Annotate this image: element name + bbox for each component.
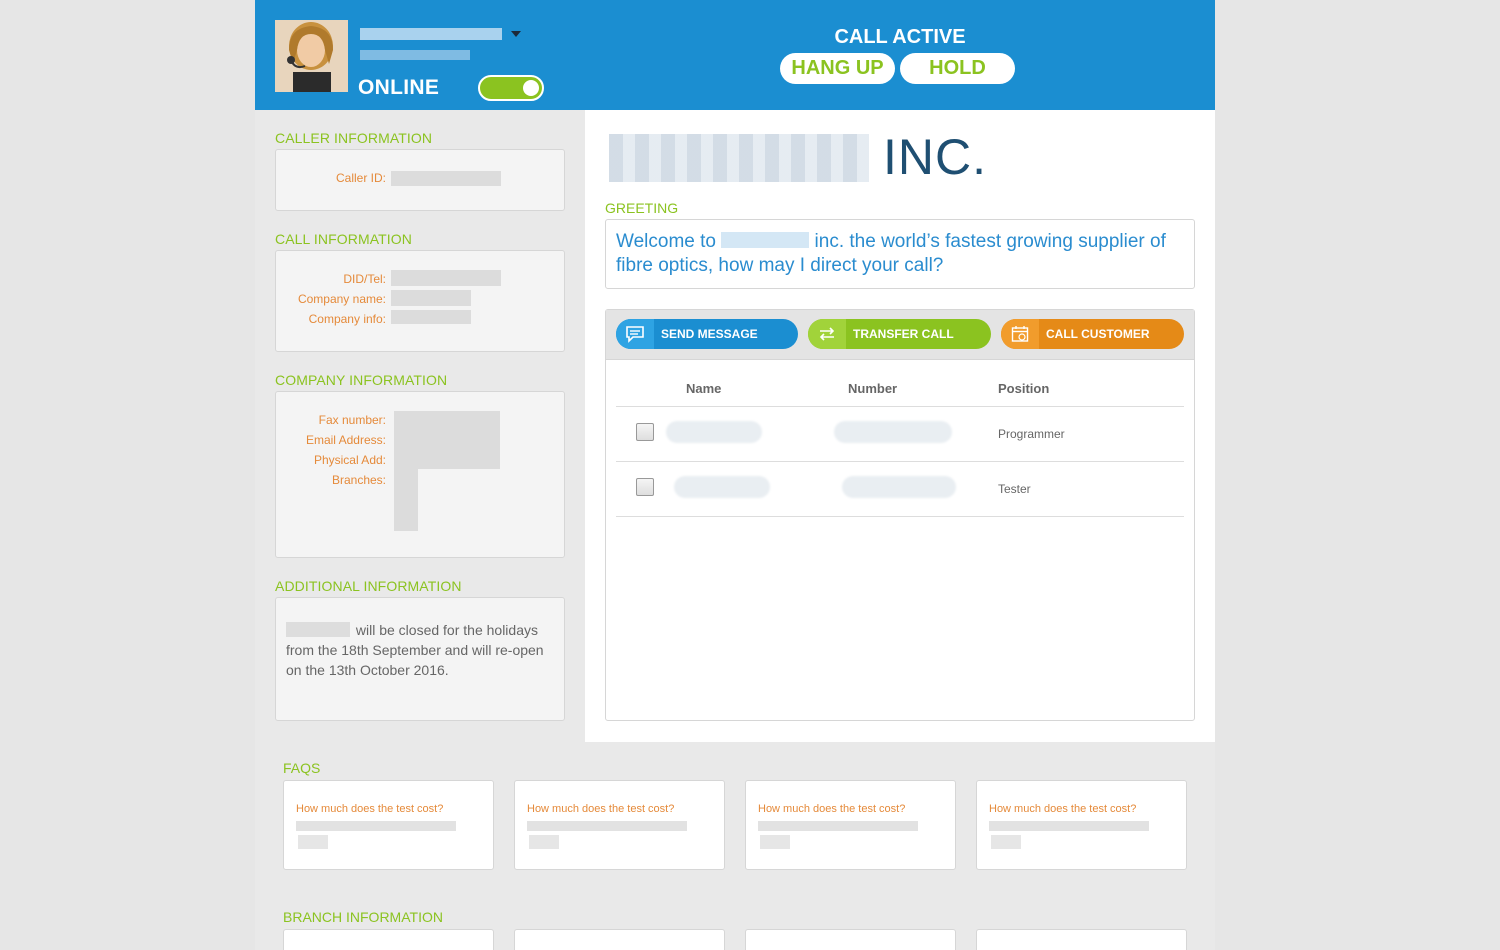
hang-up-button[interactable]: HANG UP bbox=[780, 53, 895, 84]
name-column-header: Name bbox=[686, 366, 848, 407]
company-info-title: COMPANY INFORMATION bbox=[275, 372, 448, 388]
faq-answer-redacted bbox=[760, 835, 790, 849]
caret-down-icon[interactable] bbox=[511, 31, 521, 37]
company-name-redacted bbox=[391, 290, 471, 306]
hold-button[interactable]: HOLD bbox=[900, 53, 1015, 84]
number-cell bbox=[834, 406, 998, 462]
agent-subtitle-redacted bbox=[360, 50, 470, 60]
branch-card[interactable] bbox=[976, 929, 1187, 950]
table-header-row: Name Number Position bbox=[616, 366, 1184, 407]
number-redacted bbox=[834, 421, 952, 443]
did-label: DID/Tel: bbox=[343, 272, 386, 286]
main-panel: INC. GREETING Welcome to inc. the world’… bbox=[585, 110, 1215, 742]
caller-id-value-redacted bbox=[391, 171, 501, 186]
position-cell: Programmer bbox=[998, 406, 1184, 462]
calendar-clock-icon bbox=[1001, 319, 1039, 349]
greeting-text: Welcome to inc. the world’s fastest grow… bbox=[616, 230, 1184, 278]
faqs-title: FAQS bbox=[283, 760, 321, 776]
faq-question: How much does the test cost? bbox=[989, 803, 1137, 815]
company-name-redacted bbox=[721, 232, 810, 248]
table-row[interactable]: Programmer bbox=[616, 406, 1184, 462]
branch-card[interactable] bbox=[514, 929, 725, 950]
row-checkbox[interactable] bbox=[636, 478, 654, 496]
position-cell: Tester bbox=[998, 461, 1184, 517]
greeting-text-start: Welcome to bbox=[616, 231, 716, 252]
table-row[interactable]: Tester bbox=[616, 461, 1184, 517]
fax-label: Fax number: bbox=[318, 413, 386, 427]
send-message-button[interactable]: SEND MESSAGE bbox=[616, 319, 798, 349]
number-redacted bbox=[842, 476, 956, 498]
app-window: ONLINE CALL ACTIVE HANG UP HOLD CALLER I… bbox=[255, 0, 1215, 950]
faq-question: How much does the test cost? bbox=[296, 803, 444, 815]
name-redacted bbox=[666, 421, 762, 443]
select-column-header bbox=[616, 366, 686, 407]
agent-name-redacted bbox=[360, 28, 502, 40]
greeting-title: GREETING bbox=[605, 200, 679, 216]
row-checkbox[interactable] bbox=[636, 423, 654, 441]
company-info-panel: Fax number: Email Address: Physical Add:… bbox=[275, 391, 565, 558]
email-label: Email Address: bbox=[305, 433, 386, 447]
faq-answer-redacted bbox=[527, 821, 687, 831]
faq-answer-redacted bbox=[296, 821, 456, 831]
company-details-redacted bbox=[394, 411, 500, 469]
action-bar: SEND MESSAGE TRANSFER CALL CALL CUSTOMER bbox=[606, 310, 1194, 360]
name-cell bbox=[666, 406, 848, 462]
company-suffix: INC. bbox=[883, 129, 987, 185]
name-cell bbox=[674, 461, 848, 517]
physical-address-label: Physical Add: bbox=[313, 453, 386, 467]
company-info-redacted bbox=[391, 310, 471, 324]
company-name-logo-redacted bbox=[609, 134, 869, 182]
call-info-panel: DID/Tel: Company name: Company info: bbox=[275, 250, 565, 352]
agent-avatar[interactable] bbox=[275, 20, 348, 92]
company-name-label: Company name: bbox=[297, 292, 386, 306]
call-info-title: CALL INFORMATION bbox=[275, 231, 412, 247]
company-info-label: Company info: bbox=[308, 312, 386, 326]
company-name-redacted bbox=[286, 622, 350, 637]
caller-info-panel: Caller ID: bbox=[275, 149, 565, 211]
faq-card[interactable]: How much does the test cost? bbox=[283, 780, 494, 870]
online-toggle[interactable] bbox=[478, 75, 544, 101]
call-customer-button[interactable]: CALL CUSTOMER bbox=[1001, 319, 1184, 349]
additional-info-title: ADDITIONAL INFORMATION bbox=[275, 578, 462, 594]
faq-card[interactable]: How much does the test cost? bbox=[514, 780, 725, 870]
faq-answer-redacted bbox=[298, 835, 328, 849]
branches-redacted bbox=[394, 469, 418, 531]
number-column-header: Number bbox=[848, 366, 998, 407]
additional-info-panel: will be closed for the holidays from the… bbox=[275, 597, 565, 721]
name-redacted bbox=[674, 476, 770, 498]
caller-info-title: CALLER INFORMATION bbox=[275, 130, 433, 146]
faq-question: How much does the test cost? bbox=[527, 803, 675, 815]
transfer-call-label: TRANSFER CALL bbox=[853, 327, 954, 341]
branches-label: Branches: bbox=[331, 473, 386, 487]
number-cell bbox=[842, 461, 998, 517]
call-status-label: CALL ACTIVE bbox=[834, 26, 966, 48]
contacts-table: Name Number Position Programmer Tester bbox=[616, 366, 1184, 517]
faq-question: How much does the test cost? bbox=[758, 803, 906, 815]
transfer-call-button[interactable]: TRANSFER CALL bbox=[808, 319, 991, 349]
call-customer-label: CALL CUSTOMER bbox=[1046, 327, 1150, 341]
branch-card[interactable] bbox=[283, 929, 494, 950]
info-sidebar: CALLER INFORMATION Caller ID: CALL INFOR… bbox=[255, 110, 585, 742]
faq-answer-redacted bbox=[991, 835, 1021, 849]
position-column-header: Position bbox=[998, 366, 1184, 407]
faq-card[interactable]: How much does the test cost? bbox=[976, 780, 1187, 870]
branch-card[interactable] bbox=[745, 929, 956, 950]
faq-answer-redacted bbox=[529, 835, 559, 849]
contacts-panel: SEND MESSAGE TRANSFER CALL CALL CUSTOMER bbox=[605, 309, 1195, 721]
send-message-label: SEND MESSAGE bbox=[661, 327, 758, 341]
did-value-redacted bbox=[391, 270, 501, 286]
toggle-knob bbox=[523, 80, 539, 96]
transfer-arrows-icon bbox=[808, 319, 846, 349]
header-bar: ONLINE CALL ACTIVE HANG UP HOLD bbox=[255, 0, 1215, 110]
faq-answer-redacted bbox=[989, 821, 1149, 831]
caller-id-label: Caller ID: bbox=[335, 171, 386, 185]
branch-info-title: BRANCH INFORMATION bbox=[283, 909, 443, 925]
faq-answer-redacted bbox=[758, 821, 918, 831]
chat-bubble-icon bbox=[616, 319, 654, 349]
faq-card[interactable]: How much does the test cost? bbox=[745, 780, 956, 870]
additional-info-text: will be closed for the holidays from the… bbox=[286, 620, 554, 680]
greeting-box: Welcome to inc. the world’s fastest grow… bbox=[605, 219, 1195, 289]
online-status-label: ONLINE bbox=[358, 76, 440, 99]
